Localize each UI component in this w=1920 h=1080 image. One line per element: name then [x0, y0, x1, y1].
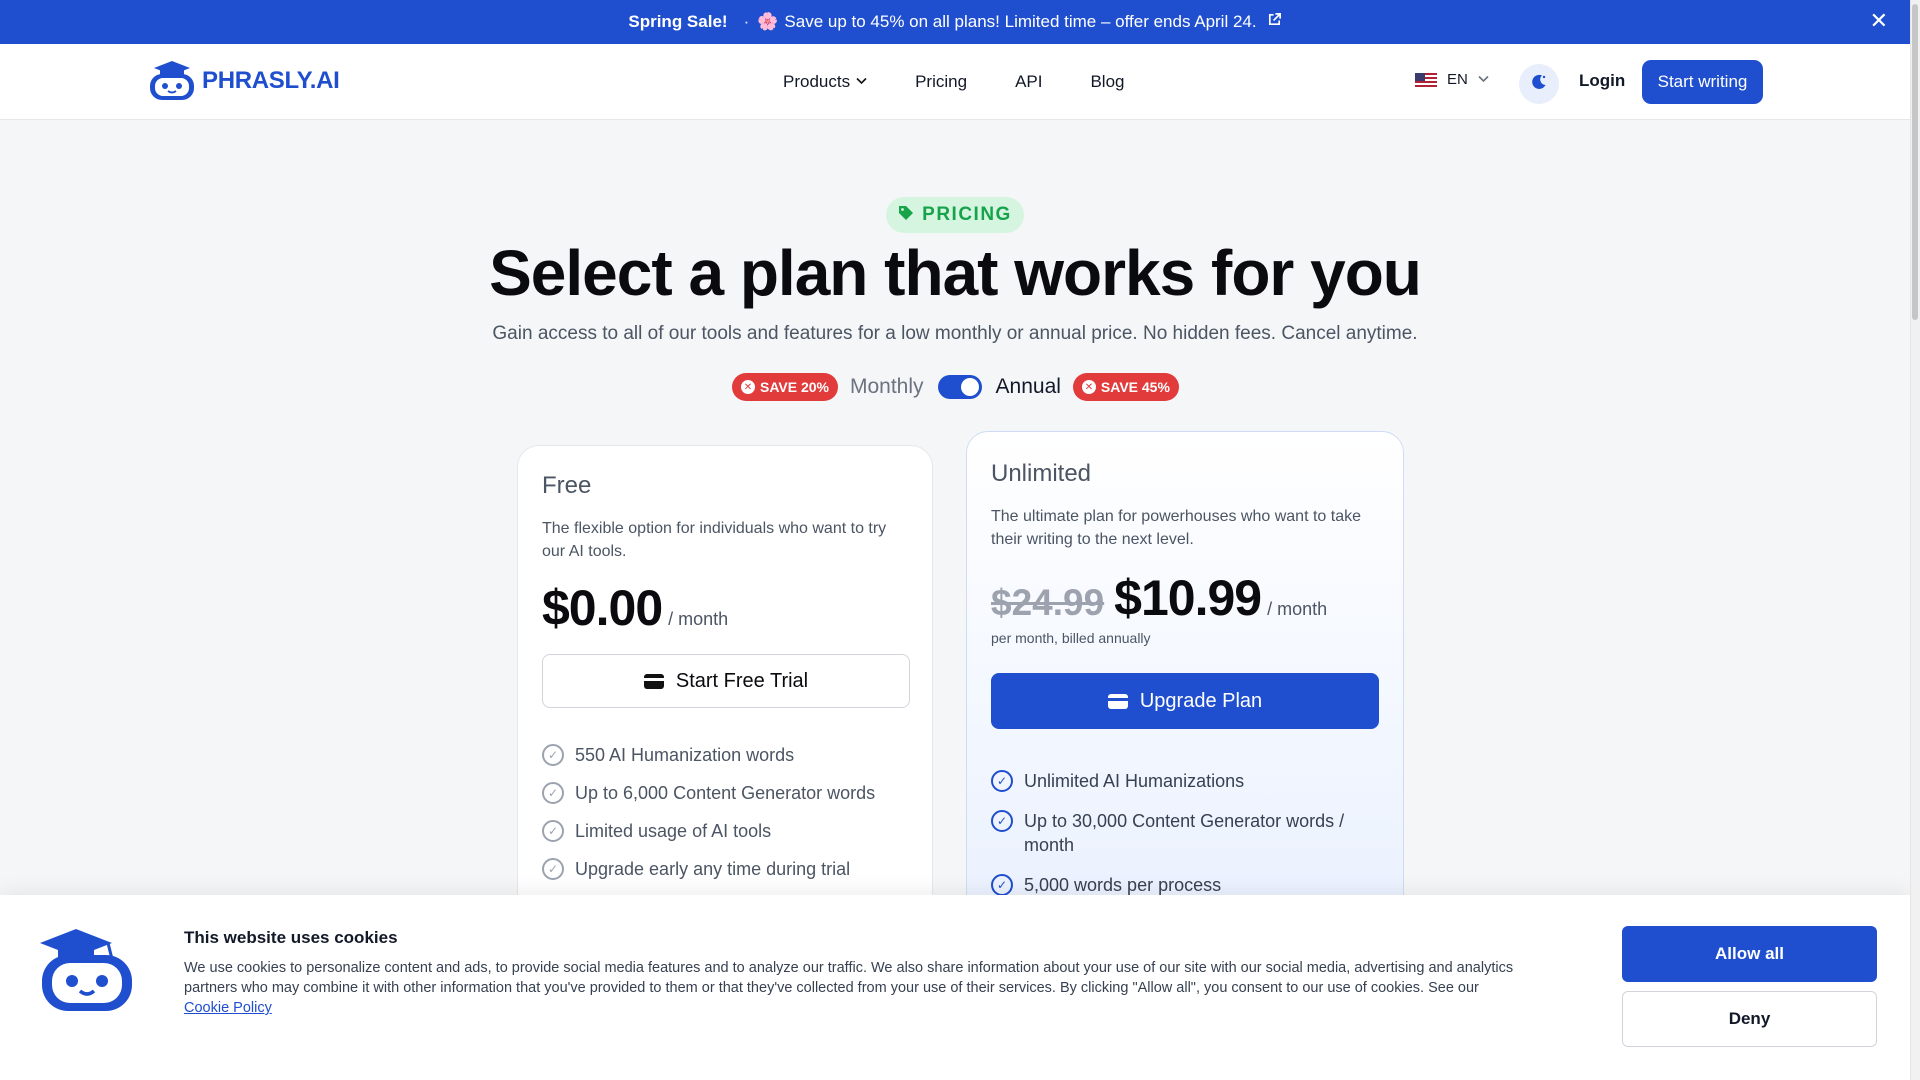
feature-text: Limited usage of AI tools: [575, 821, 772, 841]
check-circle-icon: ✓: [542, 858, 564, 880]
check-circle-icon: ✓: [542, 820, 564, 842]
plan-card-free: Free The flexible option for individuals…: [517, 445, 933, 945]
promo-bar: Spring Sale! · 🌸 Save up to 45% on all p…: [0, 0, 1910, 44]
nav-item-api[interactable]: API: [1015, 72, 1042, 92]
plan-name: Free: [542, 472, 592, 499]
switch-knob: [960, 378, 979, 396]
external-link-icon[interactable]: [1267, 12, 1282, 32]
plan-name: Unlimited: [991, 460, 1092, 487]
nav-item-blog[interactable]: Blog: [1090, 72, 1124, 92]
promo-message[interactable]: Save up to 45% on all plans! Limited tim…: [784, 12, 1256, 32]
nav-item-pricing[interactable]: Pricing: [915, 72, 967, 92]
promo-sale-label: Spring Sale!: [628, 12, 728, 31]
pricing-badge: PRICING: [886, 197, 1024, 233]
price-period: / month: [1267, 599, 1328, 619]
badge-icon: ✕: [1081, 380, 1096, 394]
list-item: ✓ Up to 6,000 Content Generator words: [542, 781, 912, 805]
pricing-badge-label: PRICING: [922, 204, 1012, 225]
check-circle-icon: ✓: [991, 874, 1013, 896]
start-free-trial-button[interactable]: Start Free Trial: [542, 654, 910, 708]
close-icon[interactable]: ✕: [1870, 10, 1888, 32]
save-badge-annual: ✕ SAVE 45%: [1072, 373, 1179, 401]
plan-card-unlimited: Unlimited The ultimate plan for powerhou…: [966, 431, 1404, 951]
feature-text: Unlimited AI Humanizations: [1024, 771, 1245, 791]
promo-separator: ·: [743, 12, 750, 31]
feature-text: 550 AI Humanization words: [575, 745, 795, 765]
save-badge-label: SAVE 45%: [1100, 379, 1170, 395]
list-item: ✓ Up to 30,000 Content Generator words / …: [991, 809, 1381, 857]
button-label: Upgrade Plan: [1139, 689, 1263, 712]
plan-description: The ultimate plan for powerhouses who wa…: [991, 508, 1361, 548]
price-value: $0.00: [542, 580, 663, 636]
plan-description: The flexible option for individuals who …: [542, 520, 887, 560]
list-item: ✓ 550 AI Humanization words: [542, 743, 912, 767]
billing-note: per month, billed annually: [991, 630, 1151, 646]
list-item: ✓ Upgrade early any time during trial: [542, 857, 912, 881]
logo[interactable]: PHRASLY.AI: [146, 60, 340, 102]
page-scrollbar[interactable]: [1910, 0, 1920, 1080]
check-circle-icon: ✓: [991, 810, 1013, 832]
robot-logo-icon: [32, 925, 136, 1015]
feature-text: 5,000 words per process: [1024, 875, 1222, 895]
upgrade-plan-button[interactable]: Upgrade Plan: [991, 673, 1379, 729]
save-badge-label: SAVE 20%: [760, 379, 829, 395]
start-writing-button[interactable]: Start writing: [1642, 60, 1763, 104]
us-flag-icon: [1415, 72, 1437, 87]
robot-logo-icon: [146, 60, 198, 102]
nav-item-label: Products: [783, 72, 851, 91]
save-badge-monthly: ✕ SAVE 20%: [732, 373, 838, 401]
moon-icon: [1530, 73, 1548, 96]
tag-icon: [898, 205, 914, 226]
login-link[interactable]: Login: [1579, 71, 1625, 91]
nav-item-products[interactable]: Products: [783, 72, 867, 92]
monthly-label[interactable]: Monthly: [850, 375, 924, 399]
chevron-down-icon: [856, 76, 867, 88]
plan-price: $24.99 $10.99 / month: [991, 569, 1327, 627]
original-price: $24.99: [991, 582, 1105, 623]
main-menu: Products Pricing API Blog: [783, 44, 1125, 120]
flower-icon: 🌸: [757, 12, 779, 31]
top-nav: PHRASLY.AI Products Pricing API Blog EN: [0, 44, 1910, 120]
check-circle-icon: ✓: [991, 770, 1013, 792]
feature-text: Upgrade early any time during trial: [575, 859, 851, 879]
feature-text: Up to 6,000 Content Generator words: [575, 783, 876, 803]
list-item: ✓ Unlimited AI Humanizations: [991, 769, 1381, 793]
cookie-banner: This website uses cookies We use cookies…: [0, 895, 1910, 1080]
price-period: / month: [668, 609, 729, 629]
dark-mode-toggle[interactable]: [1519, 64, 1559, 104]
check-circle-icon: ✓: [542, 782, 564, 804]
language-selector[interactable]: EN: [1415, 71, 1489, 88]
cookie-title: This website uses cookies: [184, 928, 398, 947]
deny-button[interactable]: Deny: [1622, 991, 1877, 1047]
billing-toggle: ✕ SAVE 20% Monthly Annual ✕ SAVE 45%: [732, 372, 1179, 402]
chevron-down-icon: [1478, 74, 1489, 86]
credit-card-icon: [1107, 693, 1128, 709]
language-label: EN: [1447, 71, 1468, 88]
plan-price: $0.00 / month: [542, 579, 728, 637]
check-circle-icon: ✓: [542, 744, 564, 766]
credit-card-icon: [643, 673, 664, 689]
cookie-text: We use cookies to personalize content an…: [184, 958, 1564, 1018]
scrollbar-thumb[interactable]: [1912, 4, 1918, 320]
feature-list: ✓ 550 AI Humanization words ✓ Up to 6,000 …: [542, 743, 912, 895]
cookie-policy-link[interactable]: Cookie Policy: [184, 1000, 272, 1016]
logo-text: PHRASLY.AI: [202, 67, 340, 94]
feature-text: Up to 30,000 Content Generator words / m…: [1024, 811, 1345, 855]
list-item: ✓ 5,000 words per process: [991, 873, 1381, 897]
allow-all-button[interactable]: Allow all: [1622, 926, 1877, 982]
feature-list: ✓ Unlimited AI Humanizations ✓ Up to 30,00…: [991, 769, 1381, 913]
badge-icon: ✕: [741, 380, 755, 394]
cookie-body: We use cookies to personalize content an…: [184, 960, 1514, 996]
page: Spring Sale! · 🌸 Save up to 45% on all p…: [0, 0, 1910, 1080]
billing-switch[interactable]: [937, 375, 982, 399]
button-label: Start Free Trial: [675, 669, 809, 692]
page-title: Select a plan that works for you: [489, 237, 1422, 309]
price-value: $10.99: [1114, 570, 1262, 626]
page-subtitle: Gain access to all of our tools and feat…: [492, 323, 1418, 344]
annual-label[interactable]: Annual: [996, 375, 1061, 399]
list-item: ✓ Limited usage of AI tools: [542, 819, 912, 843]
